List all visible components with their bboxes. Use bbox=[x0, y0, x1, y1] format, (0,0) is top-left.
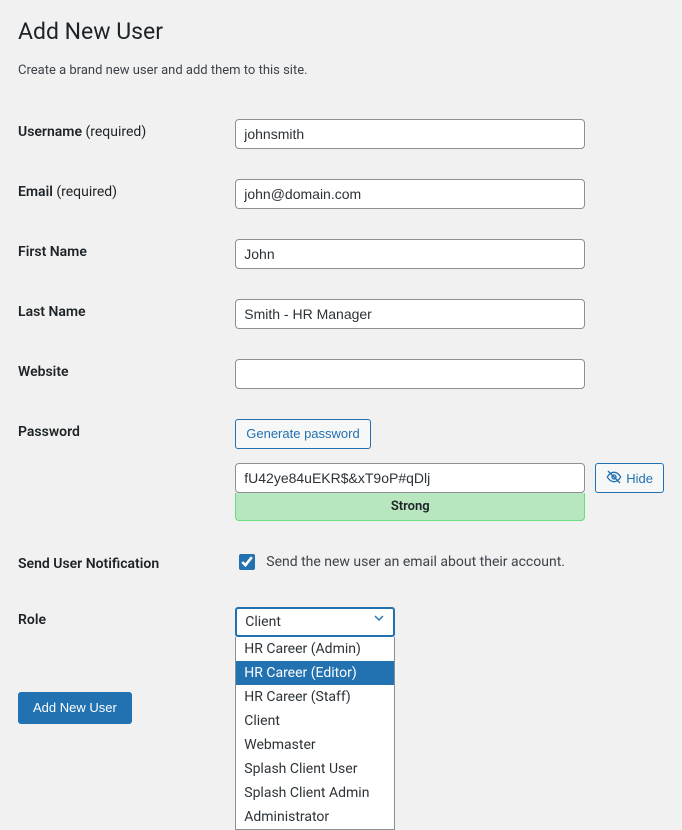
page-title: Add New User bbox=[18, 18, 664, 45]
first-name-label: First Name bbox=[18, 224, 235, 284]
role-select[interactable]: Client bbox=[235, 607, 395, 637]
send-notification-label: Send User Notification bbox=[18, 536, 235, 592]
first-name-input[interactable] bbox=[235, 239, 585, 269]
email-input[interactable] bbox=[235, 179, 585, 209]
generate-password-button[interactable]: Generate password bbox=[235, 419, 370, 449]
intro-text: Create a brand new user and add them to … bbox=[18, 63, 664, 78]
email-label: Email (required) bbox=[18, 164, 235, 224]
username-input[interactable] bbox=[235, 119, 585, 149]
password-strength-indicator: Strong bbox=[235, 493, 585, 521]
send-notification-checkbox[interactable] bbox=[239, 554, 255, 570]
role-option[interactable]: HR Career (Staff) bbox=[236, 685, 394, 709]
website-input[interactable] bbox=[235, 359, 585, 389]
username-label: Username (required) bbox=[18, 104, 235, 164]
hide-password-button[interactable]: Hide bbox=[595, 463, 664, 493]
role-option[interactable]: Administrator bbox=[236, 805, 394, 829]
last-name-label: Last Name bbox=[18, 284, 235, 344]
password-label: Password bbox=[18, 404, 235, 536]
add-new-user-button[interactable]: Add New User bbox=[18, 692, 132, 724]
send-notification-text: Send the new user an email about their a… bbox=[266, 554, 565, 570]
role-option[interactable]: Client bbox=[236, 709, 394, 733]
role-dropdown[interactable]: HR Career (Admin)HR Career (Editor)HR Ca… bbox=[235, 637, 395, 830]
chevron-down-icon bbox=[371, 609, 387, 635]
role-option[interactable]: HR Career (Admin) bbox=[236, 637, 394, 661]
role-option[interactable]: Webmaster bbox=[236, 733, 394, 757]
role-option[interactable]: HR Career (Editor) bbox=[236, 661, 394, 685]
role-option[interactable]: Splash Client User bbox=[236, 757, 394, 781]
password-input[interactable] bbox=[235, 463, 585, 493]
role-label: Role bbox=[18, 592, 235, 652]
role-option[interactable]: Splash Client Admin bbox=[236, 781, 394, 805]
last-name-input[interactable] bbox=[235, 299, 585, 329]
website-label: Website bbox=[18, 344, 235, 404]
eye-off-icon bbox=[606, 469, 622, 488]
